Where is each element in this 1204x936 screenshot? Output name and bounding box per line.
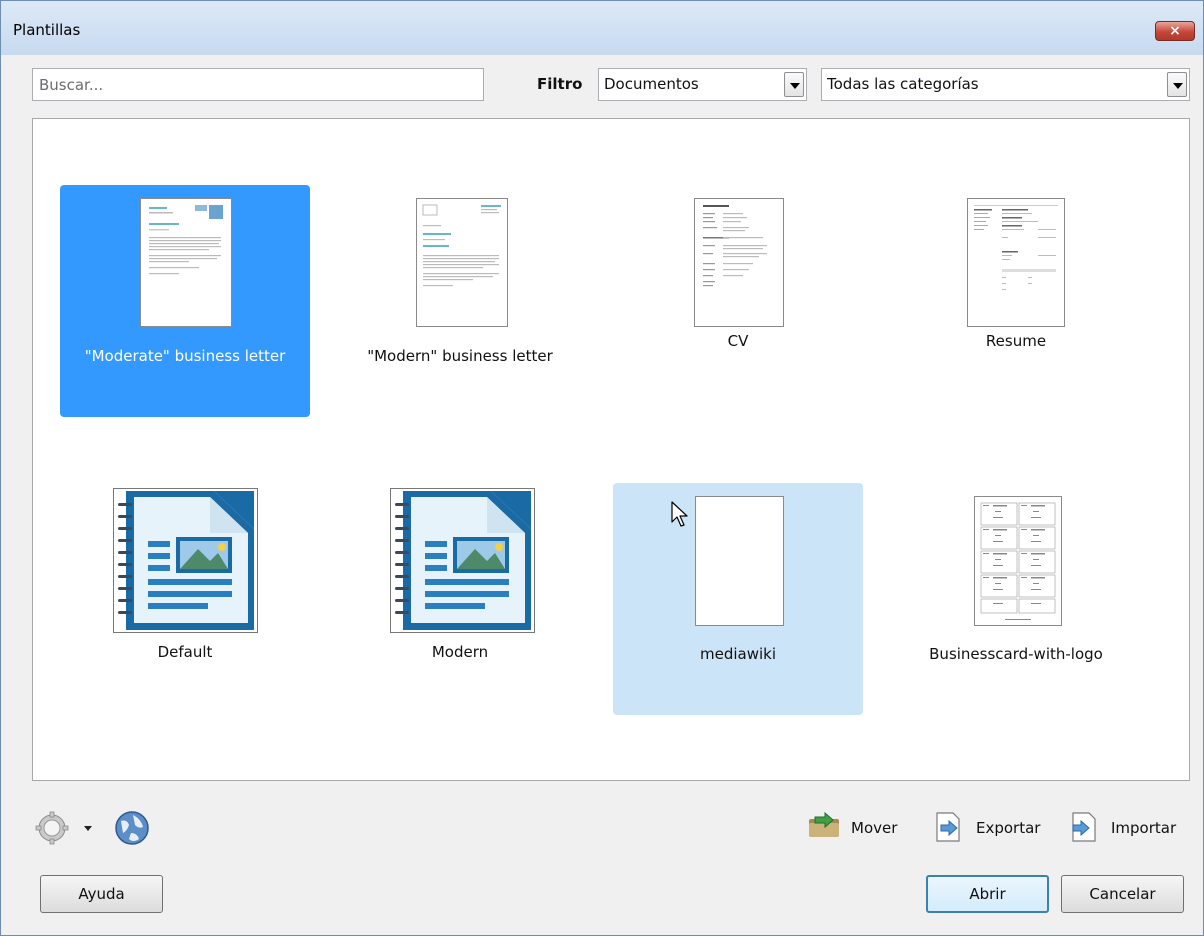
gear-icon bbox=[35, 811, 69, 845]
template-label: Businesscard-with-logo bbox=[929, 645, 1103, 663]
category-value: Todas las categorías bbox=[827, 75, 979, 93]
letter-thumbnail bbox=[140, 198, 232, 327]
export-label: Exportar bbox=[976, 819, 1041, 837]
import-button[interactable]: Importar bbox=[1069, 811, 1181, 843]
search-input[interactable] bbox=[32, 68, 484, 101]
template-item[interactable]: Modern bbox=[335, 483, 585, 715]
export-icon bbox=[936, 812, 960, 842]
template-item[interactable]: Businesscard-with-logo bbox=[891, 483, 1141, 715]
resume-thumbnail bbox=[967, 198, 1065, 327]
template-item[interactable]: Default bbox=[60, 483, 310, 715]
chevron-down-icon[interactable] bbox=[1167, 72, 1187, 97]
close-icon: × bbox=[1169, 23, 1181, 39]
move-button[interactable]: Mover bbox=[807, 811, 907, 843]
templates-dialog: Plantillas × Filtro Documentos Todas las… bbox=[0, 0, 1204, 936]
settings-button[interactable] bbox=[35, 811, 69, 845]
template-view: "Moderate" business letter "Modern" busi… bbox=[32, 118, 1190, 781]
settings-dropdown-button[interactable] bbox=[83, 819, 93, 831]
move-folder-icon bbox=[809, 811, 839, 837]
letter-thumbnail bbox=[416, 198, 508, 327]
help-button[interactable]: Ayuda bbox=[40, 875, 163, 913]
blank-page bbox=[695, 496, 784, 626]
globe-icon bbox=[115, 811, 149, 845]
template-label: "Moderate" business letter bbox=[84, 347, 286, 365]
move-label: Mover bbox=[851, 819, 898, 837]
import-label: Importar bbox=[1111, 819, 1177, 837]
writer-document-icon bbox=[113, 488, 258, 633]
businesscard-thumbnail bbox=[974, 496, 1062, 626]
template-label: mediawiki bbox=[699, 645, 776, 663]
open-button[interactable]: Abrir bbox=[926, 875, 1049, 913]
document-type-value: Documentos bbox=[604, 75, 699, 93]
dialog-title: Plantillas bbox=[13, 21, 81, 39]
template-item[interactable]: "Modern" business letter bbox=[335, 185, 585, 417]
import-icon bbox=[1072, 812, 1096, 842]
category-select[interactable]: Todas las categorías bbox=[821, 68, 1190, 101]
template-label: Resume bbox=[985, 332, 1047, 350]
template-item[interactable]: mediawiki bbox=[613, 483, 863, 715]
title-bar[interactable]: Plantillas × bbox=[1, 1, 1203, 55]
template-label: Modern bbox=[431, 643, 489, 661]
chevron-down-icon[interactable] bbox=[784, 72, 804, 97]
dropdown-arrow-icon bbox=[84, 826, 92, 831]
filter-label: Filtro bbox=[537, 75, 583, 93]
template-label: Default bbox=[157, 643, 213, 661]
template-label: CV bbox=[727, 332, 749, 350]
mouse-cursor-icon bbox=[671, 501, 688, 527]
cv-thumbnail bbox=[694, 198, 784, 327]
export-button[interactable]: Exportar bbox=[933, 811, 1043, 843]
template-item[interactable]: CV bbox=[613, 185, 863, 417]
close-button[interactable]: × bbox=[1155, 21, 1195, 41]
template-label: "Modern" business letter bbox=[367, 347, 553, 365]
writer-document-icon bbox=[390, 488, 535, 633]
cancel-button[interactable]: Cancelar bbox=[1061, 875, 1184, 913]
online-templates-button[interactable] bbox=[113, 809, 151, 847]
template-item[interactable]: "Moderate" business letter bbox=[60, 185, 310, 417]
template-item[interactable]: Resume bbox=[891, 185, 1141, 417]
document-type-select[interactable]: Documentos bbox=[598, 68, 807, 101]
